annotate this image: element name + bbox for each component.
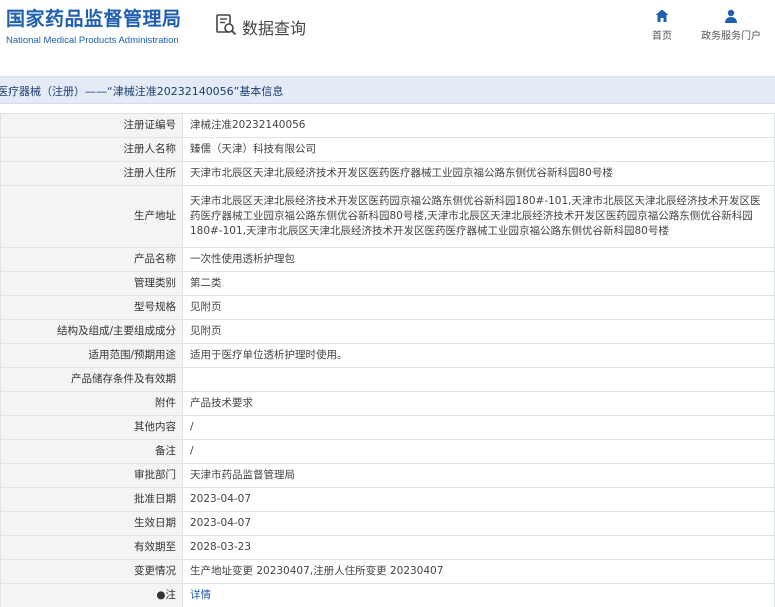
- field-value: 见附页: [182, 319, 775, 344]
- field-value: 天津市北辰区天津北辰经济技术开发区医药园京福公路东侧优谷新科园180#-101,…: [182, 185, 775, 248]
- record-title-bar: 医疗器械（注册）——“津械注准20232140056”基本信息: [0, 76, 775, 104]
- field-value: /: [182, 439, 775, 464]
- field-value: 天津市北辰区天津北辰经济技术开发区医药医疗器械工业园京福公路东侧优谷新科园80号…: [182, 161, 775, 186]
- table-row: 管理类别 第二类: [0, 271, 775, 296]
- table-row: 适用范围/预期用途 适用于医疗单位透析护理时使用。: [0, 343, 775, 368]
- field-label: 型号规格: [0, 295, 183, 320]
- table-row: 产品储存条件及有效期: [0, 367, 775, 392]
- field-label: 注册证编号: [0, 113, 183, 138]
- logo-en-text: National Medical Products Administration: [6, 35, 179, 46]
- field-label: 注册人住所: [0, 161, 183, 186]
- field-label: 生效日期: [0, 511, 183, 536]
- user-icon: [725, 9, 737, 23]
- nav-service-portal[interactable]: 政务服务门户: [699, 8, 763, 42]
- field-value: 一次性使用透析护理包: [182, 247, 775, 272]
- field-label: 批准日期: [0, 487, 183, 512]
- field-value: [182, 367, 775, 392]
- table-row: 审批部门 天津市药品监督管理局: [0, 463, 775, 488]
- table-row: 生产地址 天津市北辰区天津北辰经济技术开发区医药园京福公路东侧优谷新科园180#…: [0, 185, 775, 248]
- nav-home-label: 首页: [652, 31, 672, 42]
- table-row: 有效期至 2028-03-23: [0, 535, 775, 560]
- field-value: 臻儒（天津）科技有限公司: [182, 137, 775, 162]
- table-row: 其他内容 /: [0, 415, 775, 440]
- table-row: 产品名称 一次性使用透析护理包: [0, 247, 775, 272]
- details-link[interactable]: 详情: [190, 589, 211, 601]
- field-label: 其他内容: [0, 415, 183, 440]
- field-label: 有效期至: [0, 535, 183, 560]
- table-row: 型号规格 见附页: [0, 295, 775, 320]
- nav-service-label: 政务服务门户: [701, 31, 761, 42]
- field-label: 结构及组成/主要组成成分: [0, 319, 183, 344]
- table-row: 备注 /: [0, 439, 775, 464]
- field-value: 津械注准20232140056: [182, 113, 775, 138]
- field-label: 适用范围/预期用途: [0, 343, 183, 368]
- field-value: 2023-04-07: [182, 487, 775, 512]
- table-row: 批准日期 2023-04-07: [0, 487, 775, 512]
- field-label: 注册人名称: [0, 137, 183, 162]
- record-title: 医疗器械（注册）——“津械注准20232140056”基本信息: [0, 85, 284, 98]
- table-row: ●注 详情: [0, 583, 775, 607]
- table-row: 注册证编号 津械注准20232140056: [0, 113, 775, 138]
- field-label: 附件: [0, 391, 183, 416]
- field-value: 2023-04-07: [182, 511, 775, 536]
- field-label: 生产地址: [0, 185, 183, 248]
- table-row: 注册人住所 天津市北辰区天津北辰经济技术开发区医药医疗器械工业园京福公路东侧优谷…: [0, 161, 775, 186]
- field-value: 天津市药品监督管理局: [182, 463, 775, 488]
- field-value: 生产地址变更 20230407,注册人住所变更 20230407: [182, 559, 775, 584]
- data-query-label: 数据查询: [242, 19, 307, 38]
- table-row: 生效日期 2023-04-07: [0, 511, 775, 536]
- data-query-section[interactable]: 数据查询: [214, 13, 306, 41]
- field-value: 适用于医疗单位透析护理时使用。: [182, 343, 775, 368]
- field-value: 第二类: [182, 271, 775, 296]
- field-label: 变更情况: [0, 559, 183, 584]
- field-value: 详情: [182, 583, 775, 607]
- field-label: 备注: [0, 439, 183, 464]
- site-logo[interactable]: 国家药品监督管理局 National Medical Products Admi…: [6, 7, 182, 48]
- logo-cn-text: 国家药品监督管理局: [6, 8, 182, 30]
- table-row: 附件 产品技术要求: [0, 391, 775, 416]
- nav-home[interactable]: 首页: [630, 8, 694, 42]
- record-detail-table: 注册证编号 津械注准20232140056 注册人名称 臻儒（天津）科技有限公司…: [0, 113, 775, 607]
- field-label: 审批部门: [0, 463, 183, 488]
- site-header: 国家药品监督管理局 National Medical Products Admi…: [0, 0, 775, 66]
- home-icon: [655, 9, 669, 22]
- field-value: 见附页: [182, 295, 775, 320]
- table-row: 结构及组成/主要组成成分 见附页: [0, 319, 775, 344]
- table-row: 变更情况 生产地址变更 20230407,注册人住所变更 20230407: [0, 559, 775, 584]
- field-label: 产品名称: [0, 247, 183, 272]
- table-row: 注册人名称 臻儒（天津）科技有限公司: [0, 137, 775, 162]
- field-label: ●注: [0, 583, 183, 607]
- field-label: 管理类别: [0, 271, 183, 296]
- field-label: 产品储存条件及有效期: [0, 367, 183, 392]
- field-value: 产品技术要求: [182, 391, 775, 416]
- field-value: /: [182, 415, 775, 440]
- data-query-icon: [214, 13, 238, 41]
- field-value: 2028-03-23: [182, 535, 775, 560]
